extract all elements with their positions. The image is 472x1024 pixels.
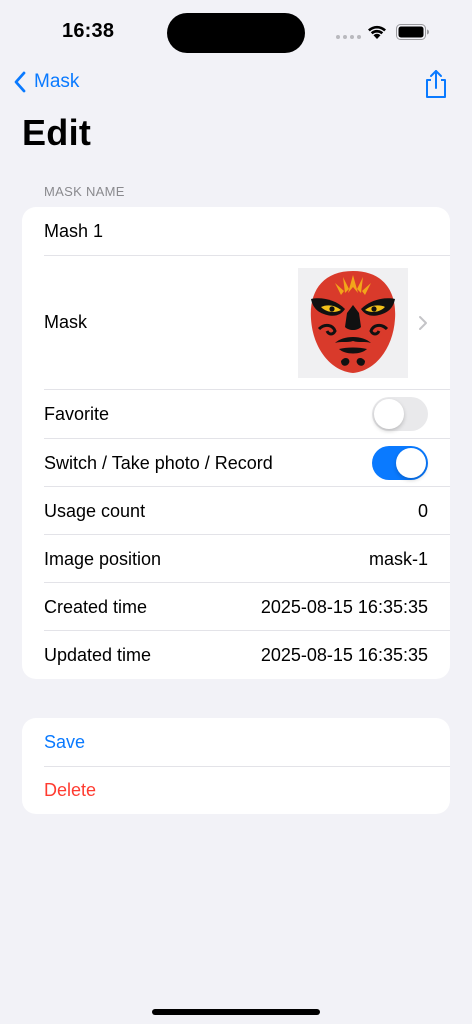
chevron-right-icon: [419, 315, 427, 330]
favorite-row: Favorite: [44, 390, 450, 438]
chevron-left-icon: [14, 71, 26, 93]
switch-label: Switch / Take photo / Record: [44, 452, 273, 473]
back-button[interactable]: Mask: [12, 70, 79, 94]
updated-time-label: Updated time: [44, 644, 152, 665]
created-time-value: 2025-08-15 16:35:35: [260, 596, 428, 617]
name-field[interactable]: Mash 1: [44, 221, 428, 242]
favorite-label: Favorite: [44, 403, 110, 424]
section-header: MASK NAME: [44, 184, 125, 199]
status-time: 16:38: [62, 20, 115, 42]
usage-count-row: Usage count 0: [44, 487, 450, 535]
switch-row: Switch / Take photo / Record: [44, 439, 450, 487]
created-time-row: Created time 2025-08-15 16:35:35: [44, 583, 450, 631]
mask-details-card: Mash 1 Mask Favorite Switch / Take photo…: [22, 207, 450, 679]
name-field-row[interactable]: Mash 1: [44, 207, 450, 255]
divider: [44, 766, 450, 767]
mask-thumbnail: [298, 267, 408, 378]
mask-picker-row[interactable]: Mask: [44, 256, 450, 389]
wifi-icon: [368, 25, 386, 39]
created-time-label: Created time: [44, 596, 148, 617]
share-icon[interactable]: [422, 68, 450, 100]
mask-label: Mask: [44, 312, 88, 332]
cellular-signal-icon: [336, 35, 361, 39]
updated-time-row: Updated time 2025-08-15 16:35:35: [44, 631, 450, 679]
back-label: Mask: [34, 71, 80, 92]
image-position-value: mask-1: [368, 548, 428, 569]
actions-card: Save Delete: [22, 718, 450, 814]
page-title: Edit: [22, 112, 92, 153]
usage-count-label: Usage count: [44, 500, 146, 521]
battery-icon: [396, 24, 429, 40]
delete-button[interactable]: Delete: [44, 780, 96, 801]
usage-count-value: 0: [417, 500, 428, 521]
save-button[interactable]: Save: [44, 732, 85, 753]
screen: 16:38 Mask Edit MASK NAME Mash 1 Mask Fa…: [0, 0, 472, 1024]
updated-time-value: 2025-08-15 16:35:35: [260, 644, 428, 665]
image-position-label: Image position: [44, 548, 162, 569]
opera-mask-icon: [310, 270, 396, 373]
favorite-toggle[interactable]: [372, 397, 428, 431]
dynamic-island: [167, 13, 305, 53]
home-indicator: [152, 1009, 320, 1015]
switch-toggle[interactable]: [372, 446, 428, 480]
image-position-row: Image position mask-1: [44, 535, 450, 583]
